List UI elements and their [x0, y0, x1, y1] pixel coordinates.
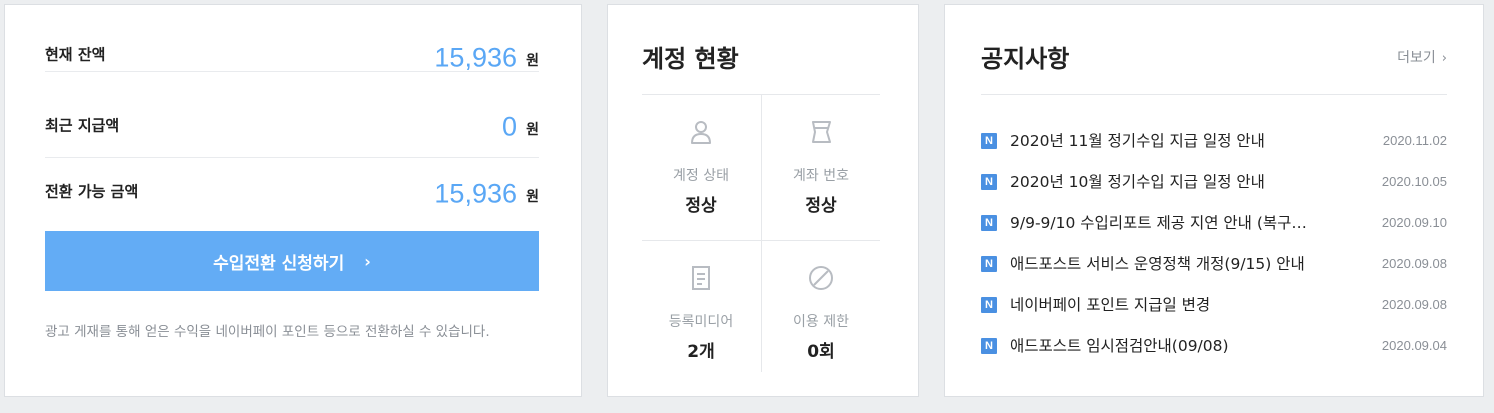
balance-row-convertible: 전환 가능 금액 15,936 원 — [45, 158, 539, 225]
notice-item-date: 2020.10.05 — [1381, 174, 1447, 189]
more-label: 더보기 — [1397, 50, 1436, 66]
notice-title: 공지사항 — [981, 45, 1070, 73]
notice-item[interactable]: N 9/9-9/10 수입리포트 제공 지연 안내 (복구… 2020.09.1… — [981, 211, 1447, 235]
notice-item-date: 2020.09.08 — [1381, 297, 1447, 312]
convert-income-button[interactable]: 수입전환 신청하기 › — [45, 231, 539, 291]
account-status-card: 계정 현황 계정 상태 정상 계좌 번호 정상 등록미디어 2개 이용 제한 0… — [607, 4, 919, 397]
account-state-label: 계정 상태 — [673, 168, 729, 184]
notice-item[interactable]: N 애드포스트 임시점검안내(09/08) 2020.09.04 — [981, 334, 1447, 358]
account-state-cell: 계정 상태 정상 — [642, 95, 760, 233]
notice-item-title: 2020년 10월 정기수입 지급 일정 안내 — [1010, 173, 1265, 191]
balance-card: 현재 잔액 15,936 원 최근 지급액 0 원 전환 가능 금액 15,93… — [4, 4, 582, 397]
balance-label: 현재 잔액 — [45, 45, 106, 64]
notice-card: 공지사항 더보기 › N 2020년 11월 정기수입 지급 일정 안내 2020… — [944, 4, 1484, 397]
notice-item[interactable]: N 네이버페이 포인트 지급일 변경 2020.09.08 — [981, 293, 1447, 317]
notice-item-title: 애드포스트 서비스 운영정책 개정(9/15) 안내 — [1010, 255, 1305, 273]
notice-item-date: 2020.09.10 — [1381, 215, 1447, 230]
registered-media-label: 등록미디어 — [668, 314, 734, 330]
convert-description: 광고 게재를 통해 얻은 수익을 네이버페이 포인트 등으로 전환하실 수 있습… — [45, 324, 490, 340]
new-badge-icon: N — [981, 338, 997, 354]
balance-amount: 15,936 — [434, 42, 517, 73]
card-icon — [812, 121, 831, 143]
account-status-title: 계정 현황 — [642, 45, 739, 73]
document-icon — [692, 266, 710, 290]
notice-item-title: 2020년 11월 정기수입 지급 일정 안내 — [1010, 132, 1265, 150]
currency-unit: 원 — [526, 53, 539, 69]
notice-item-title: 9/9-9/10 수입리포트 제공 지연 안내 (복구… — [1010, 214, 1307, 232]
bank-account-label: 계좌 번호 — [793, 168, 849, 184]
account-status-grid: 계정 상태 정상 계좌 번호 정상 등록미디어 2개 이용 제한 0회 — [642, 94, 880, 372]
chevron-right-icon: › — [364, 251, 371, 271]
chevron-right-icon: › — [1441, 51, 1447, 66]
balance-amount: 15,936 — [434, 178, 517, 209]
notice-item-date: 2020.11.02 — [1382, 133, 1447, 148]
notice-item-title: 네이버페이 포인트 지급일 변경 — [1010, 296, 1211, 314]
new-badge-icon: N — [981, 256, 997, 272]
balance-label: 전환 가능 금액 — [45, 182, 139, 201]
balance-row-current: 현재 잔액 15,936 원 — [45, 5, 539, 73]
notice-item[interactable]: N 애드포스트 서비스 운영정책 개정(9/15) 안내 2020.09.08 — [981, 252, 1447, 276]
prohibited-icon — [809, 266, 833, 290]
notice-item-title: 애드포스트 임시점검안내(09/08) — [1010, 337, 1229, 355]
notice-more-link[interactable]: 더보기 › — [1397, 47, 1447, 67]
registered-media-value: 2개 — [687, 342, 715, 362]
balance-row-recent-payment: 최근 지급액 0 원 — [45, 91, 539, 158]
convert-button-label: 수입전환 신청하기 — [213, 253, 345, 274]
new-badge-icon: N — [981, 297, 997, 313]
registered-media-cell: 등록미디어 2개 — [642, 241, 760, 379]
notice-item[interactable]: N 2020년 10월 정기수입 지급 일정 안내 2020.10.05 — [981, 170, 1447, 194]
currency-unit: 원 — [526, 189, 539, 205]
usage-restriction-cell: 이용 제한 0회 — [762, 241, 880, 379]
notice-item-date: 2020.09.08 — [1381, 256, 1447, 271]
balance-label: 최근 지급액 — [45, 116, 120, 135]
currency-unit: 원 — [526, 122, 539, 138]
notice-divider — [981, 94, 1447, 95]
user-icon — [691, 121, 711, 144]
notice-item-date: 2020.09.04 — [1381, 338, 1447, 353]
balance-amount: 0 — [501, 111, 517, 142]
bank-account-value: 정상 — [805, 196, 837, 216]
account-state-value: 정상 — [685, 196, 717, 216]
new-badge-icon: N — [981, 174, 997, 190]
bank-account-cell: 계좌 번호 정상 — [762, 95, 880, 233]
usage-restriction-label: 이용 제한 — [793, 314, 849, 330]
new-badge-icon: N — [981, 133, 997, 149]
usage-restriction-value: 0회 — [807, 342, 835, 362]
new-badge-icon: N — [981, 215, 997, 231]
notice-item[interactable]: N 2020년 11월 정기수입 지급 일정 안내 2020.11.02 — [981, 129, 1447, 153]
